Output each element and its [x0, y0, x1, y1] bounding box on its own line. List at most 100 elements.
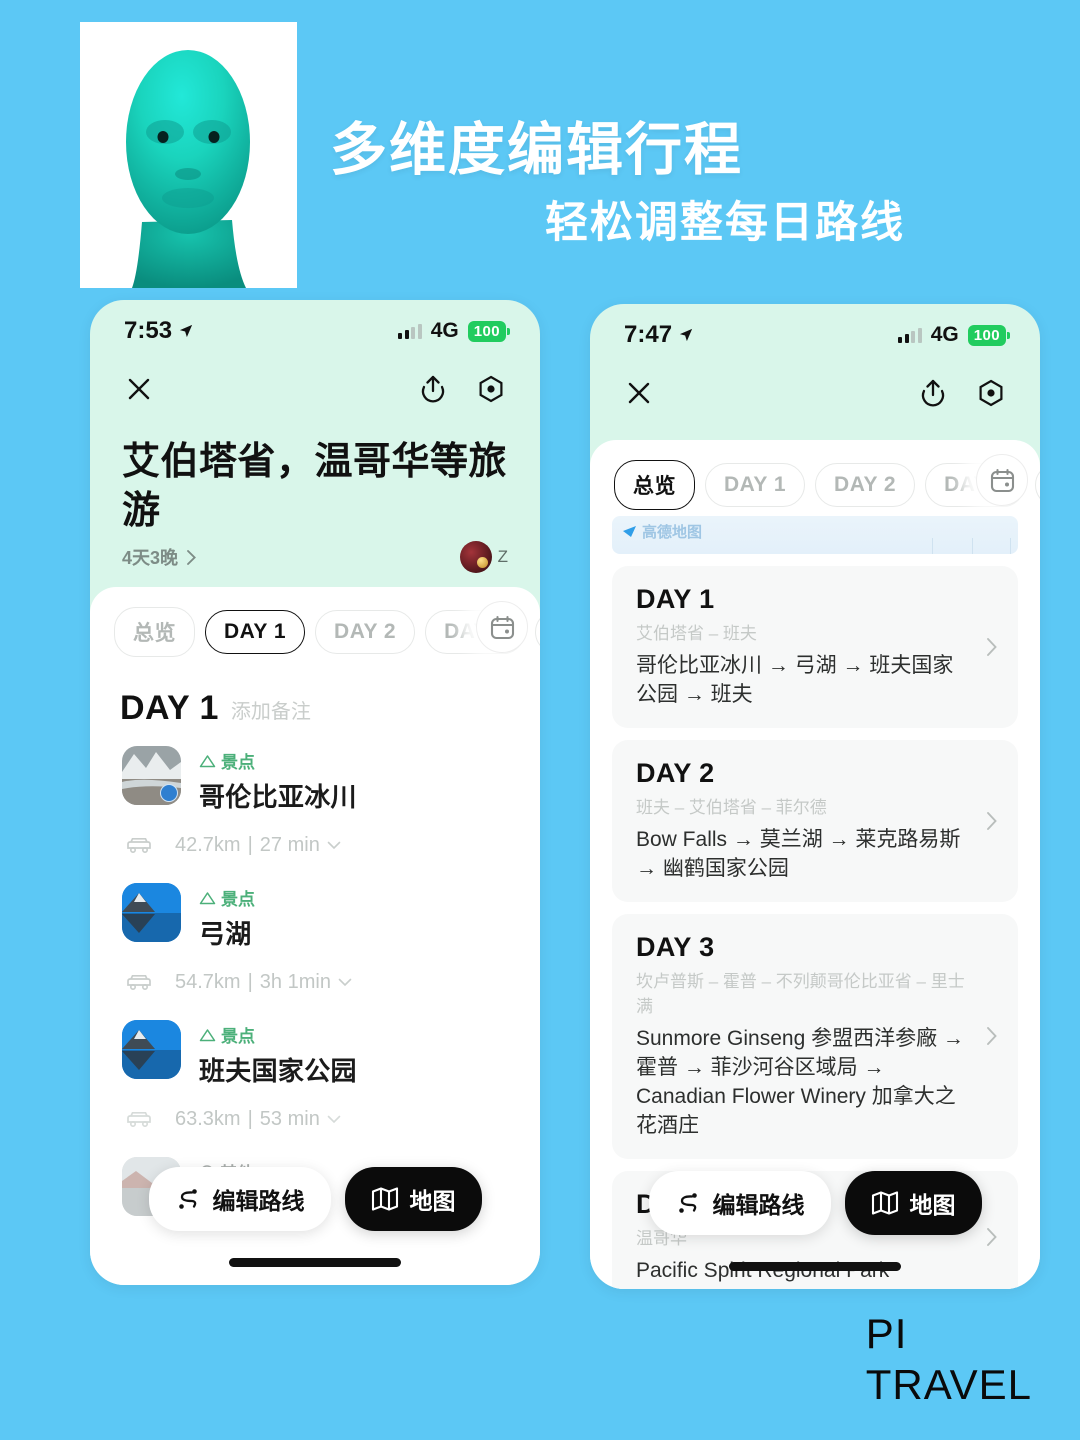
chevron-down-icon	[338, 978, 352, 987]
clock-text: 7:53	[124, 317, 173, 344]
calendar-icon[interactable]	[976, 454, 1028, 506]
battery-icon: 100	[467, 320, 510, 342]
promo-headline: 多维度编辑行程	[330, 118, 743, 182]
route-icon	[678, 1193, 697, 1213]
glacier-photo	[122, 746, 181, 806]
leg-duration: 53 min	[259, 1108, 320, 1131]
target-icon[interactable]	[474, 372, 508, 406]
edit-route-button[interactable]: 编辑路线	[148, 1167, 331, 1231]
leg-text: 63.3km | 53 min	[175, 1108, 341, 1131]
add-note-button[interactable]: 添加备注	[231, 695, 311, 728]
map-preview-strip[interactable]: 高德地图	[612, 516, 1018, 554]
share-icon[interactable]	[416, 372, 450, 406]
tab-day-1[interactable]: DAY 1	[705, 463, 806, 507]
location-arrow-icon	[179, 324, 193, 338]
brand-line-2: TRAVEL	[865, 1360, 1032, 1408]
card-regions: 班夫 – 艾伯塔省 – 菲尔德	[636, 797, 827, 817]
status-indicators: 4G 100	[898, 323, 1010, 347]
overview-sheet: 总览 DAY 1 DAY 2 DAY 3 D. 高德地图	[590, 440, 1040, 1289]
map-label: 地图	[409, 1188, 456, 1214]
map-button[interactable]: 地图	[344, 1167, 482, 1231]
day-tabs: 总览 DAY 1 DAY 2 DAY 3 D.	[90, 587, 540, 658]
card-route: Sunmore Ginseng 参盟西洋参廠 → 霍普 → 菲沙河谷区域局 → …	[636, 1026, 964, 1137]
share-icon[interactable]	[916, 376, 950, 410]
category-text: 景点	[221, 1027, 255, 1047]
close-icon[interactable]	[622, 376, 656, 410]
trip-title: 艾伯塔省，温哥华等旅游	[122, 441, 508, 532]
trip-duration[interactable]: 4天3晚	[122, 544, 197, 570]
category-label: 景点	[199, 1022, 357, 1047]
trip-duration-label: 4天3晚	[122, 548, 179, 569]
home-indicator[interactable]	[229, 1258, 401, 1267]
edit-route-label: 编辑路线	[212, 1188, 305, 1214]
day-header: DAY 1 添加备注	[90, 657, 540, 728]
card-route: 哥伦比亚冰川 → 弓湖 → 班夫国家公园 → 班夫	[636, 654, 954, 706]
list-item[interactable]: 景点 哥伦比亚冰川	[90, 728, 540, 814]
target-icon[interactable]	[974, 376, 1008, 410]
leg-duration: 27 min	[259, 834, 320, 857]
leg-info[interactable]: 63.3km | 53 min	[90, 1088, 540, 1139]
amap-attribution: 高德地图	[622, 521, 702, 542]
status-clock: 7:47	[624, 321, 693, 349]
overview-card-day-2[interactable]: DAY 2 班夫 – 艾伯塔省 – 菲尔德 Bow Falls → 莫兰湖 → …	[612, 739, 1018, 902]
owner-initial: Z	[497, 547, 508, 567]
edit-route-label: 编辑路线	[712, 1192, 805, 1218]
location-arrow-icon	[679, 328, 693, 342]
map-button[interactable]: 地图	[844, 1171, 982, 1235]
tab-day-1[interactable]: DAY 1	[205, 610, 306, 655]
tab-day-4[interactable]: D.	[1035, 463, 1040, 507]
stop-name: 班夫国家公园	[199, 1056, 357, 1087]
network-label: 4G	[430, 319, 459, 342]
signal-icon	[898, 327, 922, 343]
category-label: 景点	[199, 885, 255, 910]
amap-logo-icon	[623, 526, 636, 537]
floating-actions: 编辑路线 地图	[90, 1167, 540, 1231]
chevron-right-icon	[187, 549, 196, 565]
tab-day-2[interactable]: DAY 2	[815, 463, 916, 507]
phone-screenshot-left: 7:53 4G 100 艾伯塔省，温哥华等旅游 4天3晚 Z 总览 DAY 1 …	[90, 300, 540, 1285]
edit-route-button[interactable]: 编辑路线	[648, 1171, 831, 1235]
chevron-down-icon	[327, 841, 341, 850]
tab-day-4[interactable]: D.	[535, 610, 540, 655]
overview-card-day-3[interactable]: DAY 3 坎卢普斯 – 霍普 – 不列颠哥伦比亚省 – 里士满 Sunmore…	[612, 913, 1018, 1159]
tab-overview[interactable]: 总览	[114, 607, 195, 658]
chevron-right-icon	[987, 811, 997, 830]
bow-lake-photo	[122, 883, 181, 943]
overview-card-day-1[interactable]: DAY 1 艾伯塔省 – 班夫 哥伦比亚冰川 → 弓湖 → 班夫国家公园 → 班…	[612, 566, 1018, 728]
map-icon	[871, 1191, 898, 1215]
tab-day-2[interactable]: DAY 2	[315, 610, 416, 655]
status-bar: 7:47 4G 100	[590, 304, 1040, 360]
day-tabs: 总览 DAY 1 DAY 2 DAY 3 D.	[590, 440, 1040, 510]
promo-subheadline: 轻松调整每日路线	[545, 199, 905, 247]
list-item[interactable]: 景点 班夫国家公园	[90, 1002, 540, 1088]
status-clock: 7:53	[124, 317, 193, 345]
banff-park-photo	[122, 1020, 181, 1080]
home-indicator[interactable]	[729, 1262, 901, 1271]
tab-overview[interactable]: 总览	[614, 460, 695, 510]
day-header-title: DAY 1	[120, 689, 219, 728]
battery-icon: 100	[967, 324, 1010, 346]
mountain-icon	[199, 1029, 216, 1041]
list-item[interactable]: 景点 弓湖	[90, 865, 540, 951]
calendar-icon[interactable]	[476, 601, 528, 654]
leg-distance: 42.7km	[175, 834, 241, 857]
teal-face-portrait	[80, 22, 297, 288]
close-icon[interactable]	[122, 372, 156, 406]
leg-text: 42.7km | 27 min	[175, 834, 341, 857]
mountain-icon	[199, 892, 216, 904]
hero-image	[80, 22, 297, 288]
brand-logo: PI TRAVEL	[866, 1308, 1032, 1410]
card-regions: 艾伯塔省 – 班夫	[636, 624, 757, 643]
leg-info[interactable]: 54.7km | 3h 1min	[90, 951, 540, 1002]
nav-bar	[590, 360, 1040, 426]
card-title: DAY 1	[636, 584, 715, 614]
map-label: 地图	[909, 1192, 956, 1218]
trip-owner[interactable]: Z	[459, 541, 508, 574]
map-icon	[371, 1187, 398, 1211]
chevron-down-icon	[327, 1115, 341, 1124]
card-route: Bow Falls → 莫兰湖 → 莱克路易斯 → 幽鹤国家公园	[636, 827, 961, 880]
chevron-right-icon	[987, 1027, 997, 1046]
network-label: 4G	[930, 323, 959, 346]
leg-info[interactable]: 42.7km | 27 min	[90, 814, 540, 865]
status-indicators: 4G 100	[398, 319, 510, 343]
